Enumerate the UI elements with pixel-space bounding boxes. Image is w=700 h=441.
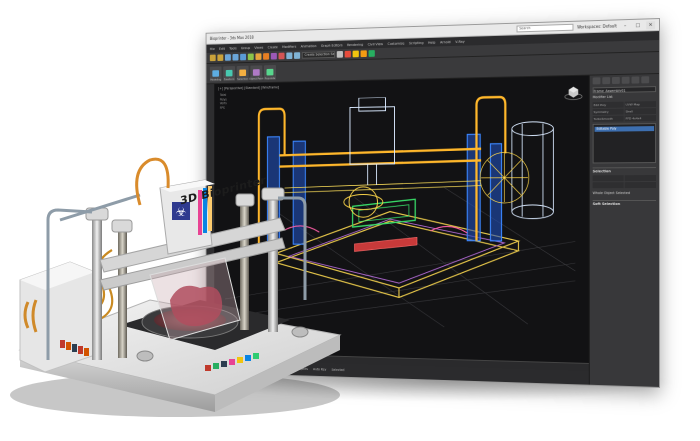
ribbon-tab-selection[interactable]: Selection xyxy=(237,66,249,81)
vertex-level-icon[interactable] xyxy=(593,175,624,181)
bioprinter-device: ☣ xyxy=(0,150,350,420)
select-icon[interactable] xyxy=(240,54,246,61)
modifier-button-uvw-map[interactable]: UVW Map xyxy=(625,101,656,108)
modifier-stack-item[interactable]: Editable Poly xyxy=(595,126,654,132)
selection-set-dropdown[interactable]: Create Selection Set xyxy=(302,51,335,58)
command-panel: Frame_Assembly01 Modifier List Edit Poly… xyxy=(589,74,659,387)
modifier-list-dropdown[interactable]: Modifier List xyxy=(593,93,656,100)
polygon-level-icon[interactable] xyxy=(625,182,656,188)
composite-stage: Bioprinter - 3ds Max 2018 Search Workspa… xyxy=(0,0,700,441)
close-button[interactable]: ✕ xyxy=(646,21,655,29)
hierarchy-tab-icon[interactable] xyxy=(612,77,620,84)
move-icon[interactable] xyxy=(248,54,254,61)
menu-file[interactable]: File xyxy=(210,47,215,51)
menu-tools[interactable]: Tools xyxy=(229,46,236,50)
menu-rendering[interactable]: Rendering xyxy=(347,42,363,46)
render-setup-icon[interactable] xyxy=(353,51,359,58)
modifier-button-ffd[interactable]: FFD 4x4x4 xyxy=(625,115,656,121)
motion-tab-icon[interactable] xyxy=(622,77,630,84)
app-title: Bioprinter - 3ds Max 2018 xyxy=(210,35,254,41)
modifier-button-shell[interactable]: Shell xyxy=(625,108,656,114)
modifier-button-symmetry[interactable]: Symmetry xyxy=(593,109,624,115)
object-name-field[interactable]: Frame_Assembly01 xyxy=(593,86,656,93)
rotate-icon[interactable] xyxy=(255,53,261,60)
menu-help[interactable]: Help xyxy=(428,40,435,44)
modify-tab-icon[interactable] xyxy=(602,77,610,84)
unlink-icon[interactable] xyxy=(233,54,239,61)
ribbon-tab-object-paint[interactable]: Object Paint xyxy=(250,65,262,80)
menu-arnold[interactable]: Arnold xyxy=(440,40,451,44)
command-panel-tabs xyxy=(593,76,656,84)
redo-icon[interactable] xyxy=(217,54,223,61)
search-input[interactable]: Search xyxy=(516,24,573,33)
menu-modifiers[interactable]: Modifiers xyxy=(282,44,296,48)
create-tab-icon[interactable] xyxy=(593,77,601,84)
render-frame-icon[interactable] xyxy=(369,50,375,57)
border-level-icon[interactable] xyxy=(593,182,624,188)
undo-icon[interactable] xyxy=(210,55,216,62)
ribbon-tab-modeling[interactable]: Modeling xyxy=(210,66,222,81)
modifier-stack[interactable]: Editable Poly xyxy=(593,123,656,163)
menu-views[interactable]: Views xyxy=(254,45,263,49)
modifier-button-turbosmooth[interactable]: TurboSmooth xyxy=(593,116,624,122)
link-icon[interactable] xyxy=(225,54,231,61)
utilities-tab-icon[interactable] xyxy=(641,76,649,83)
menu-vray[interactable]: V-Ray xyxy=(455,39,464,43)
viewport-label[interactable]: [+] [Perspective] [Standard] [Wireframe] xyxy=(218,85,279,90)
selection-note: Whole Object Selected xyxy=(593,190,656,196)
workspace-selector[interactable]: Workspaces: Default xyxy=(577,23,617,29)
angle-snap-icon[interactable] xyxy=(279,53,285,60)
menu-group[interactable]: Group xyxy=(241,46,250,50)
subobject-level-buttons xyxy=(593,175,656,188)
ribbon-tab-populate[interactable]: Populate xyxy=(264,65,276,80)
minimize-button[interactable]: – xyxy=(621,21,630,29)
maximize-button[interactable]: □ xyxy=(633,21,642,29)
edge-level-icon[interactable] xyxy=(625,175,656,181)
scale-icon[interactable] xyxy=(263,53,269,60)
menu-scripting[interactable]: Scripting xyxy=(409,41,423,45)
display-tab-icon[interactable] xyxy=(632,76,640,83)
snap-icon[interactable] xyxy=(271,53,277,60)
modifier-button-edit-poly[interactable]: Edit Poly xyxy=(593,102,624,108)
material-editor-icon[interactable] xyxy=(345,51,351,58)
menu-create[interactable]: Create xyxy=(268,45,278,49)
menu-civil-view[interactable]: Civil View xyxy=(368,42,383,46)
menu-graph-editors[interactable]: Graph Editors xyxy=(321,43,343,47)
scene-explorer-icon[interactable] xyxy=(337,51,343,58)
modifier-buttons: Edit Poly UVW Map Symmetry Shell TurboSm… xyxy=(593,101,656,122)
render-icon[interactable] xyxy=(361,50,367,57)
menu-animation[interactable]: Animation xyxy=(301,44,317,48)
mirror-icon[interactable] xyxy=(286,52,292,59)
soft-selection-rollout-header[interactable]: Soft Selection xyxy=(593,200,656,206)
selection-rollout-header[interactable]: Selection xyxy=(593,167,656,173)
menu-edit[interactable]: Edit xyxy=(219,46,225,50)
menu-customize[interactable]: Customize xyxy=(388,41,405,45)
align-icon[interactable] xyxy=(294,52,300,59)
ribbon-tab-freeform[interactable]: Freeform xyxy=(223,66,235,81)
